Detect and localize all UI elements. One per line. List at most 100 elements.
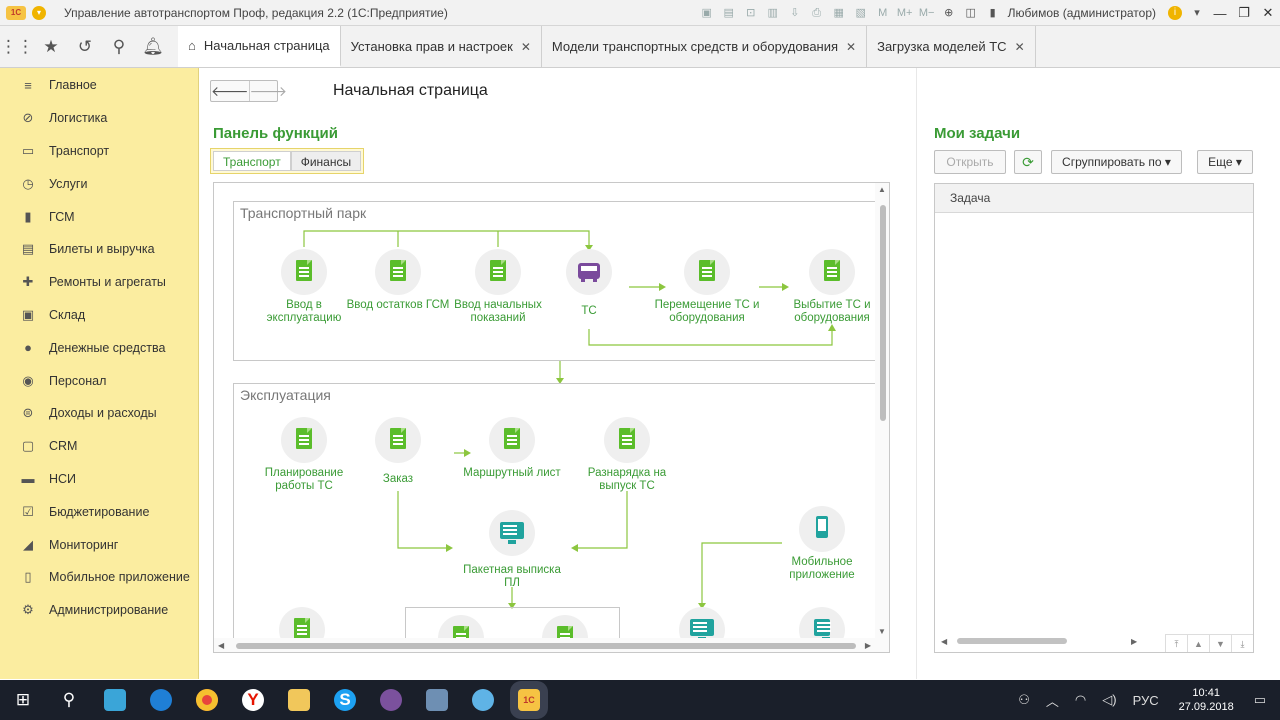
node-release-order[interactable]: Разнарядка на выпуск ТС xyxy=(572,417,682,493)
memory-m-icon[interactable]: M xyxy=(874,5,892,21)
sidebar-item-mobile[interactable]: ▯ Мобильное приложение xyxy=(0,561,198,594)
sidebar-item-transport[interactable]: ▭ Транспорт xyxy=(0,135,198,168)
close-button[interactable]: ✕ xyxy=(1256,5,1280,21)
windows-start-icon[interactable]: ⊞ xyxy=(0,680,46,720)
down-icon[interactable]: ▼ xyxy=(1209,634,1231,652)
close-icon[interactable]: ✕ xyxy=(521,40,531,54)
node-vehicle-transfer[interactable]: Перемещение ТС и оборудования xyxy=(652,249,762,325)
notifications-icon[interactable]: ▭ xyxy=(1254,692,1266,708)
search-icon[interactable]: ⚲ xyxy=(102,26,136,67)
history-icon[interactable]: ↺ xyxy=(68,26,102,67)
user-name[interactable]: Любимов (администратор) xyxy=(1008,6,1156,20)
grid-menu-icon[interactable]: ⋮⋮ xyxy=(0,26,34,67)
sidebar-item-repairs[interactable]: ✚ Ремонты и агрегаты xyxy=(0,266,198,299)
minimize-button[interactable]: — xyxy=(1208,6,1232,21)
app-window-icon[interactable] xyxy=(92,680,138,720)
zoom-icon[interactable]: ⊕ xyxy=(940,5,958,21)
tab-load-models[interactable]: Загрузка моделей ТС ✕ xyxy=(867,26,1036,67)
up-icon[interactable]: ▲ xyxy=(1187,634,1209,652)
close-icon[interactable]: ✕ xyxy=(1015,40,1025,54)
clock[interactable]: 10:41 27.09.2018 xyxy=(1179,686,1234,714)
search-icon[interactable]: ⚲ xyxy=(46,680,92,720)
yandex-icon[interactable]: Y xyxy=(230,680,276,720)
main-menu-icon[interactable]: ▾ xyxy=(32,5,46,20)
group-by-button[interactable]: Сгруппировать по ▾ xyxy=(1051,150,1182,174)
group-operation-title: Эксплуатация xyxy=(240,387,331,403)
sidebar-item-fuel[interactable]: ▮ ГСМ xyxy=(0,200,198,233)
last-icon[interactable]: ⤓ xyxy=(1231,634,1253,652)
memory-plus-icon[interactable]: M+ xyxy=(896,5,914,21)
sidebar-item-tickets[interactable]: ▤ Билеты и выручка xyxy=(0,233,198,266)
bell-icon[interactable]: 🔔︎ xyxy=(136,26,170,67)
node-waybill[interactable]: Маршрутный лист xyxy=(457,417,567,480)
tab-finance[interactable]: Финансы xyxy=(290,151,362,171)
save-icon[interactable]: ▣ xyxy=(698,5,716,21)
node-batch-waybills[interactable]: Пакетная выписка ПЛ xyxy=(457,510,567,590)
horizontal-scrollbar[interactable]: ◀ ▶ xyxy=(214,638,889,652)
more-button[interactable]: Еще ▾ xyxy=(1197,150,1253,174)
app-logo: 1С xyxy=(6,5,26,20)
node-vehicle-disposal[interactable]: Выбытие ТС и оборудования xyxy=(777,249,887,325)
sidebar-item-staff[interactable]: ◉ Персонал xyxy=(0,364,198,397)
node-order[interactable]: Заказ xyxy=(343,417,453,486)
money-icon: ● xyxy=(24,340,32,356)
first-icon[interactable]: ⤒ xyxy=(1165,634,1187,652)
node-mobile-app[interactable]: Мобильное приложение xyxy=(767,506,877,582)
tab-transport[interactable]: Транспорт xyxy=(213,151,291,171)
panel-icon[interactable]: ◫ xyxy=(962,5,980,21)
refresh-icon[interactable]: ⟳ xyxy=(1014,150,1042,174)
sidebar-item-services[interactable]: ◷ Услуги xyxy=(0,167,198,200)
tab-label: Начальная страница xyxy=(203,38,330,53)
explorer-icon[interactable] xyxy=(276,680,322,720)
open-button[interactable]: Открыть xyxy=(934,150,1006,174)
network-icon[interactable]: ◠ xyxy=(1075,692,1086,708)
star-icon[interactable]: ★ xyxy=(34,26,68,67)
window-app-icon[interactable] xyxy=(414,680,460,720)
node-vehicles[interactable]: ТС xyxy=(534,249,644,318)
column-header-task[interactable]: Задача xyxy=(935,184,1253,213)
people-icon[interactable]: ⚇ xyxy=(1018,692,1030,708)
snowflake-icon[interactable] xyxy=(460,680,506,720)
sidebar-item-reference[interactable]: ▬ НСИ xyxy=(0,463,198,496)
main-area: 🡐 🡒 Начальная страница Панель функций Тр… xyxy=(199,68,1280,679)
edge-icon[interactable] xyxy=(138,680,184,720)
chevron-down-icon[interactable]: ▾ xyxy=(1188,5,1206,21)
calendar-icon[interactable]: ▧ xyxy=(852,5,870,21)
node-fuel-balances[interactable]: Ввод остатков ГСМ xyxy=(343,249,453,312)
tasks-table[interactable]: Задача ◀ ▶ ⤒ ▲ ▼ ⤓ xyxy=(934,183,1254,653)
sidebar-item-logistics[interactable]: ⊘ Логистика xyxy=(0,102,198,135)
viber-icon[interactable] xyxy=(368,680,414,720)
volume-icon[interactable]: ◁) xyxy=(1102,692,1116,708)
sidebar-item-budgeting[interactable]: ☑ Бюджетирование xyxy=(0,495,198,528)
chrome-icon[interactable] xyxy=(184,680,230,720)
tasks-hscroll-thumb[interactable] xyxy=(957,638,1067,644)
download-icon[interactable]: ⇩ xyxy=(786,5,804,21)
restore-button[interactable]: ❐ xyxy=(1232,5,1256,21)
sidebar-item-admin[interactable]: ⚙ Администрирование xyxy=(0,594,198,627)
onec-app-icon[interactable]: 1С xyxy=(506,680,552,720)
chevron-up-icon[interactable]: ︿ xyxy=(1046,691,1059,710)
close-icon[interactable]: ✕ xyxy=(846,40,856,54)
sidebar-item-monitoring[interactable]: ◢ Мониторинг xyxy=(0,528,198,561)
language-indicator[interactable]: РУС xyxy=(1133,693,1159,708)
attach-icon[interactable]: ▥ xyxy=(764,5,782,21)
tab-home[interactable]: ⌂ Начальная страница xyxy=(178,26,341,67)
sidebar-item-warehouse[interactable]: ▣ Склад xyxy=(0,299,198,332)
tab-rights-settings[interactable]: Установка прав и настроек ✕ xyxy=(341,26,542,67)
forward-button[interactable]: 🡒 xyxy=(248,81,287,101)
info-icon[interactable]: i xyxy=(1168,6,1182,20)
sidebar-item-income-expense[interactable]: ⊜ Доходы и расходы xyxy=(0,397,198,430)
sidebar-item-crm[interactable]: ▢ CRM xyxy=(0,430,198,463)
skype-icon[interactable]: S xyxy=(322,680,368,720)
table-icon[interactable]: ▦ xyxy=(830,5,848,21)
document-icon xyxy=(281,249,327,295)
tab-vehicle-models[interactable]: Модели транспортных средств и оборудован… xyxy=(542,26,868,67)
back-button[interactable]: 🡐 xyxy=(211,81,249,101)
vertical-scrollbar[interactable]: ▲ ▼ xyxy=(875,183,889,652)
memory-minus-icon[interactable]: M− xyxy=(918,5,936,21)
printer-icon[interactable]: ⎙ xyxy=(808,5,826,21)
sidebar-item-money[interactable]: ● Денежные средства xyxy=(0,331,198,364)
sidebar-item-main[interactable]: ≡ Главное xyxy=(0,69,198,102)
print-icon[interactable]: ▤ xyxy=(720,5,738,21)
preview-icon[interactable]: ⊡ xyxy=(742,5,760,21)
